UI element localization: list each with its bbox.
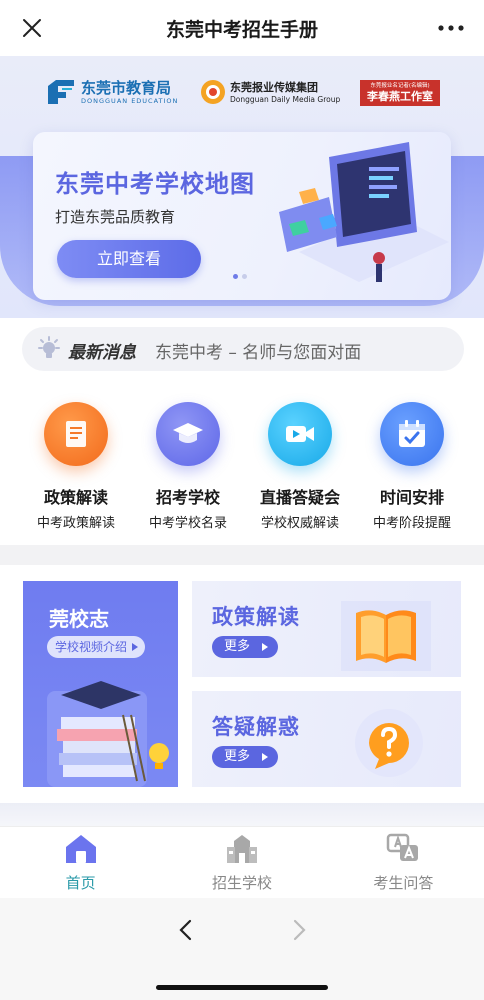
entry-subtitle: 中考政策解读 xyxy=(36,516,115,531)
entry-policy[interactable]: 政策解读 中考政策解读 xyxy=(22,398,130,532)
section-divider xyxy=(0,545,484,565)
policy-icon-circle xyxy=(44,402,108,466)
qa-more-button[interactable]: 更多 xyxy=(212,746,278,768)
tab-label: 首页 xyxy=(65,874,96,892)
back-arrow-icon[interactable] xyxy=(174,918,198,942)
dongguan-education-logo: 东莞市教育局 DONGGUAN EDUCATION xyxy=(46,78,178,106)
school-icon xyxy=(226,835,257,863)
document-icon xyxy=(66,421,86,447)
forward-arrow-icon[interactable] xyxy=(287,918,311,942)
entry-title: 招考学校 xyxy=(155,488,220,507)
media-group-icon xyxy=(201,80,225,104)
more-options-icon[interactable] xyxy=(436,16,466,40)
graduation-books-illustration xyxy=(47,681,169,787)
top-bar: 东莞中考招生手册 xyxy=(0,0,484,56)
qa-icon xyxy=(387,833,419,861)
schools-icon-circle xyxy=(156,402,220,466)
studio-subtitle: 东莞报业名记者(名编辑) xyxy=(370,83,430,89)
live-icon-circle xyxy=(268,402,332,466)
tab-home[interactable]: 首页 xyxy=(0,827,161,898)
studio-logo: 东莞报业名记者(名编辑) 李春燕工作室 xyxy=(360,80,440,106)
entry-subtitle: 中考阶段提醒 xyxy=(372,516,451,531)
studio-name: 李春燕工作室 xyxy=(367,90,433,103)
news-message: 东莞中考 – 名师与您面对面 xyxy=(155,343,362,363)
computer-illustration xyxy=(279,142,449,282)
schedule-icon-circle xyxy=(380,402,444,466)
bottom-tab-bar: 首页 招生学校 考生问答 xyxy=(0,826,484,898)
policy-card[interactable]: 政策解读 更多 xyxy=(192,581,461,677)
tab-schools[interactable]: 招生学校 xyxy=(161,827,322,898)
school-video-pill[interactable]: 学校视频介绍 xyxy=(47,636,146,658)
entry-title: 直播答疑会 xyxy=(259,488,340,507)
city-skyline-decoration xyxy=(0,803,484,828)
calendar-icon xyxy=(399,420,425,447)
lightbulb-icon xyxy=(38,336,60,358)
banner-title: 东莞中考学校地图 xyxy=(55,170,255,198)
quick-entries: 政策解读 中考政策解读 招考学校 中考学校名录 直播答疑会 学校权威解读 时间安… xyxy=(22,398,466,532)
entry-schedule[interactable]: 时间安排 中考阶段提醒 xyxy=(358,398,466,532)
partner-logos: 东莞市教育局 DONGGUAN EDUCATION 东莞报业传媒集团 Dongg… xyxy=(0,78,484,112)
school-profile-title: 莞校志 xyxy=(49,607,109,631)
news-tag: 最新消息 xyxy=(68,343,136,363)
media-group-name: 东莞报业传媒集团 xyxy=(230,80,318,94)
education-bureau-name: 东莞市教育局 xyxy=(81,78,172,97)
home-icon xyxy=(65,835,96,863)
qa-card-title: 答疑解惑 xyxy=(212,715,300,739)
entry-subtitle: 学校权威解读 xyxy=(260,516,339,531)
policy-card-title: 政策解读 xyxy=(212,605,300,629)
carousel-dots[interactable] xyxy=(233,274,247,279)
book-icon xyxy=(341,601,431,671)
policy-more-button[interactable]: 更多 xyxy=(212,636,278,658)
tab-label: 招生学校 xyxy=(211,874,272,892)
video-icon xyxy=(286,426,314,442)
media-group-logo: 东莞报业传媒集团 Dongguan Daily Media Group xyxy=(200,79,340,105)
graduation-cap-icon xyxy=(173,423,203,443)
view-now-button[interactable]: 立即查看 xyxy=(57,240,201,278)
entry-live[interactable]: 直播答疑会 学校权威解读 xyxy=(246,398,354,532)
qa-card[interactable]: 答疑解惑 更多 xyxy=(192,691,461,787)
entry-title: 时间安排 xyxy=(379,488,444,507)
media-group-en: Dongguan Daily Media Group xyxy=(230,94,341,104)
entry-schools[interactable]: 招考学校 中考学校名录 xyxy=(134,398,242,532)
news-ticker[interactable]: 最新消息 东莞中考 – 名师与您面对面 xyxy=(22,327,464,371)
banner-subtitle: 打造东莞品质教育 xyxy=(55,208,176,226)
entry-title: 政策解读 xyxy=(43,488,108,507)
education-bureau-icon xyxy=(48,80,74,104)
education-bureau-en: DONGGUAN EDUCATION xyxy=(81,96,179,105)
question-bubble-icon xyxy=(355,709,423,777)
entry-subtitle: 中考学校名录 xyxy=(148,516,227,531)
home-indicator xyxy=(156,985,328,990)
school-profile-card[interactable]: 莞校志 学校视频介绍 xyxy=(23,581,178,787)
tab-qa[interactable]: 考生问答 xyxy=(323,827,484,898)
tab-label: 考生问答 xyxy=(373,874,434,892)
page-title: 东莞中考招生手册 xyxy=(165,19,318,41)
